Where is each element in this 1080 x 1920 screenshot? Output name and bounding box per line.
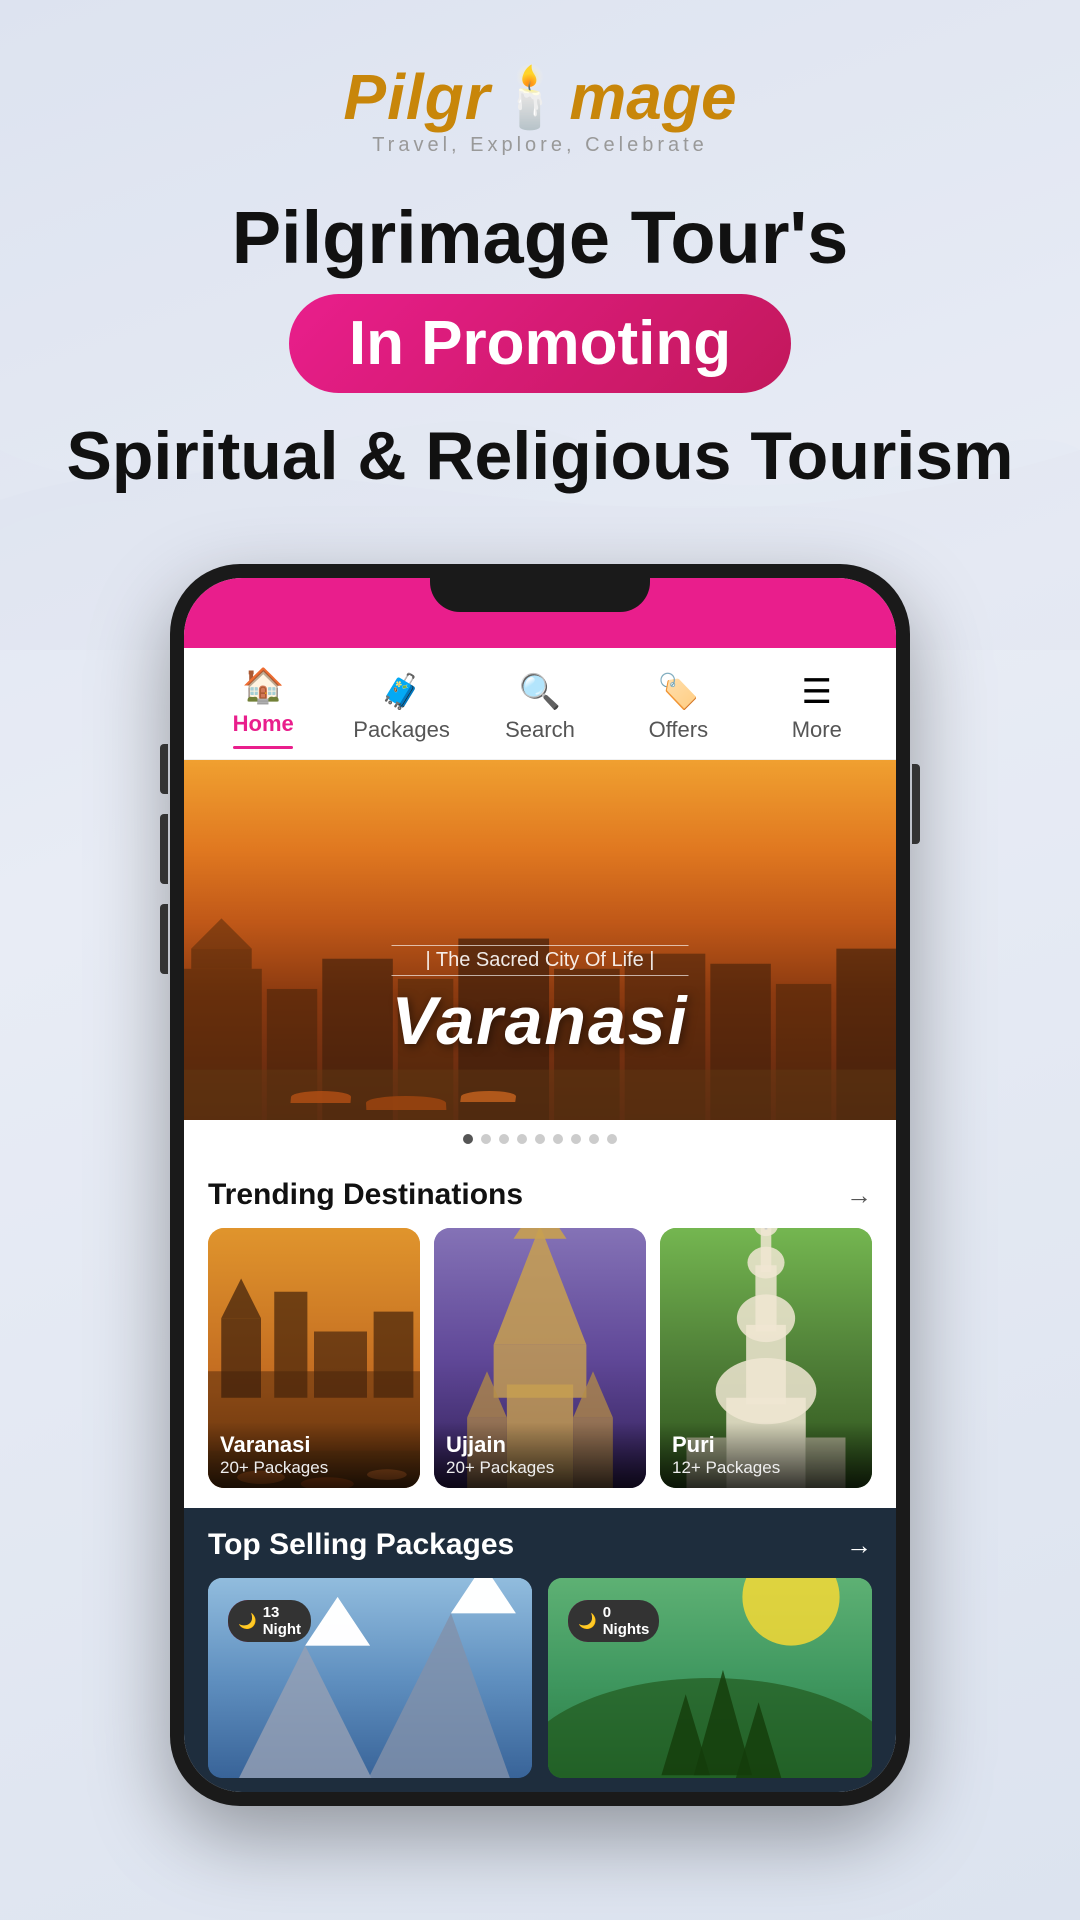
dot-8[interactable] — [589, 1134, 599, 1144]
phone-power-button — [912, 764, 920, 844]
more-icon: ☰ — [802, 672, 832, 712]
page-background: Pilgr 🕯️ mage Travel, Explore, Celebrate… — [0, 0, 1080, 1920]
logo-tagline: Travel, Explore, Celebrate — [372, 134, 708, 157]
trending-title: Trending Destinations — [208, 1178, 523, 1212]
moon-icon-2: 🌙 — [578, 1612, 597, 1630]
offers-icon: 🏷️ — [657, 672, 699, 712]
logo-text-mage: mage — [569, 60, 736, 134]
dest-card-varanasi[interactable]: Varanasi 20+ Packages — [208, 1228, 420, 1488]
phone-mute-button — [160, 744, 168, 794]
ujjain-overlay: Ujjain 20+ Packages — [434, 1422, 646, 1488]
ujjain-packages: 20+ Packages — [446, 1458, 634, 1478]
varanasi-packages: 20+ Packages — [220, 1458, 408, 1478]
logo-container: Pilgr 🕯️ mage Travel, Explore, Celebrate — [343, 60, 736, 157]
puri-name: Puri — [672, 1432, 860, 1458]
dot-6[interactable] — [553, 1134, 563, 1144]
trending-destinations-section: Trending Destinations → — [184, 1158, 896, 1508]
phone-screen: 🏠 Home 🧳 Packages 🔍 Search 🏷️ Off — [184, 578, 896, 1792]
nav-home-label: Home — [233, 711, 294, 737]
banner-city-name: Varanasi — [392, 982, 689, 1060]
moon-icon: 🌙 — [238, 1612, 257, 1630]
pkg-1-night-text: 13 Night — [263, 1604, 301, 1638]
dot-7[interactable] — [571, 1134, 581, 1144]
phone-frame: 🏠 Home 🧳 Packages 🔍 Search 🏷️ Off — [170, 564, 910, 1806]
banner-sacred-text: | The Sacred City Of Life | — [392, 945, 689, 976]
top-selling-title: Top Selling Packages — [208, 1528, 514, 1562]
nav-item-offers[interactable]: 🏷️ Offers — [628, 672, 728, 743]
pkg-card-2[interactable]: ☀️ 1 Day 🌙 0 Nights — [548, 1578, 872, 1778]
nav-item-more[interactable]: ☰ More — [767, 672, 867, 743]
home-icon: 🏠 — [242, 666, 284, 706]
varanasi-name: Varanasi — [220, 1432, 408, 1458]
dot-4[interactable] — [517, 1134, 527, 1144]
puri-packages: 12+ Packages — [672, 1458, 860, 1478]
pkg-card-1[interactable]: ☀️ 14 Day 🌙 13 Night — [208, 1578, 532, 1778]
hero-badge: In Promoting — [289, 294, 791, 393]
dest-card-puri[interactable]: Puri 12+ Packages — [660, 1228, 872, 1488]
pkg-2-night-badge: 🌙 0 Nights — [568, 1600, 659, 1642]
trending-arrow-icon[interactable]: → — [846, 1180, 872, 1211]
destinations-grid: Varanasi 20+ Packages — [208, 1228, 872, 1488]
banner-city-text: | The Sacred City Of Life | Varanasi — [392, 945, 689, 1060]
pkg-1-night-badge: 🌙 13 Night — [228, 1600, 311, 1642]
dest-card-ujjain[interactable]: Ujjain 20+ Packages — [434, 1228, 646, 1488]
nav-packages-label: Packages — [353, 717, 450, 743]
top-selling-section: Top Selling Packages → — [184, 1508, 896, 1792]
pkg-2-night-text: 0 Nights — [603, 1604, 650, 1638]
top-selling-arrow-icon[interactable]: → — [846, 1530, 872, 1561]
logo-text-pilgr: Pilgr — [343, 60, 490, 134]
trending-section-header: Trending Destinations → — [208, 1178, 872, 1212]
bottom-nav[interactable]: 🏠 Home 🧳 Packages 🔍 Search 🏷️ Off — [184, 648, 896, 760]
dot-3[interactable] — [499, 1134, 509, 1144]
nav-active-indicator — [233, 746, 293, 749]
nav-item-packages[interactable]: 🧳 Packages — [352, 672, 452, 743]
hero-subtitle: Spiritual & Religious Tourism — [60, 419, 1020, 494]
banner-background: | The Sacred City Of Life | Varanasi — [184, 760, 896, 1120]
nav-item-home[interactable]: 🏠 Home — [213, 666, 313, 749]
dot-2[interactable] — [481, 1134, 491, 1144]
carousel-dots — [184, 1120, 896, 1158]
header: Pilgr 🕯️ mage Travel, Explore, Celebrate — [0, 0, 1080, 177]
phone-mockup-wrapper: 🏠 Home 🧳 Packages 🔍 Search 🏷️ Off — [0, 564, 1080, 1806]
search-icon: 🔍 — [519, 672, 561, 712]
hero-banner: | The Sacred City Of Life | Varanasi — [184, 760, 896, 1120]
dot-5[interactable] — [535, 1134, 545, 1144]
phone-notch — [430, 578, 650, 612]
puri-overlay: Puri 12+ Packages — [660, 1422, 872, 1488]
packages-icon: 🧳 — [380, 672, 422, 712]
packages-row: ☀️ 14 Day 🌙 13 Night — [208, 1578, 872, 1778]
boat-3 — [460, 1091, 517, 1102]
boat-1 — [290, 1091, 351, 1103]
nav-item-search[interactable]: 🔍 Search — [490, 672, 590, 743]
varanasi-overlay: Varanasi 20+ Packages — [208, 1422, 420, 1488]
phone-volume-up-button — [160, 814, 168, 884]
boat-2 — [365, 1096, 446, 1110]
hero-title-line1: Pilgrimage Tour's — [60, 197, 1020, 278]
ujjain-name: Ujjain — [446, 1432, 634, 1458]
logo-wordmark: Pilgr 🕯️ mage — [343, 60, 736, 134]
phone-volume-down-button — [160, 904, 168, 974]
nav-search-label: Search — [505, 717, 575, 743]
dot-1[interactable] — [463, 1134, 473, 1144]
top-selling-header: Top Selling Packages → — [208, 1528, 872, 1562]
hero-section: Pilgrimage Tour's In Promoting Spiritual… — [0, 177, 1080, 504]
logo-flame-icon: 🕯️ — [493, 62, 568, 133]
dot-9[interactable] — [607, 1134, 617, 1144]
banner-boats — [291, 1091, 516, 1110]
nav-more-label: More — [792, 717, 842, 743]
nav-offers-label: Offers — [649, 717, 709, 743]
